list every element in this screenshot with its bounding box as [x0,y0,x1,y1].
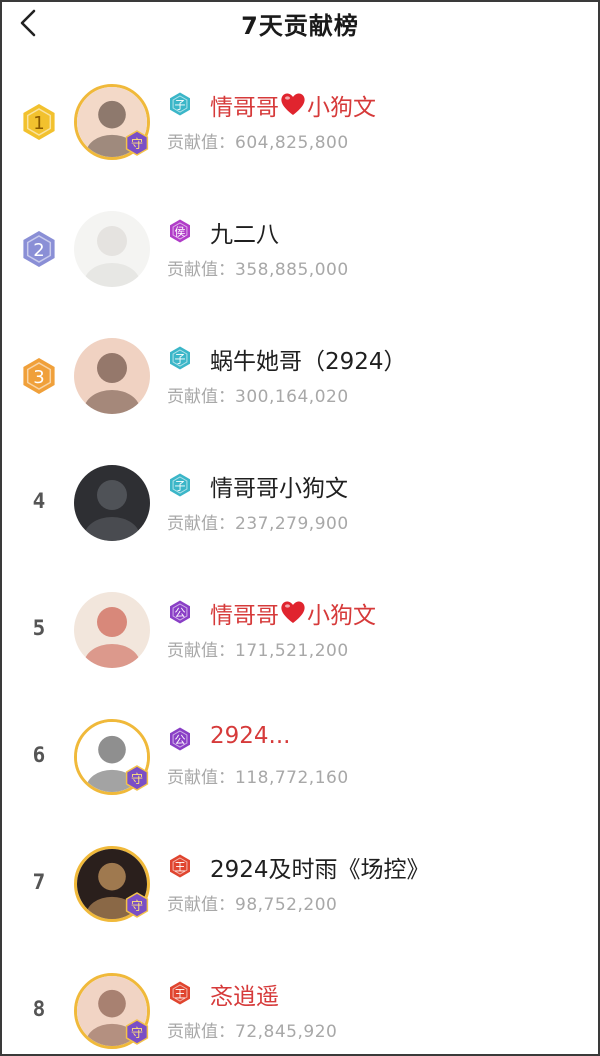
contribution-label: 贡献值： [167,260,235,280]
contribution-number: 237,279,900 [235,514,349,534]
rank-number: 2 [33,240,44,261]
leaderboard-row[interactable]: 5 公 情哥哥 小狗文贡献值：171,521,200 [0,590,600,717]
contribution-label: 贡献值： [167,514,235,534]
level-tag-icon: 子 [168,92,192,116]
contribution-number: 358,885,000 [235,260,349,280]
user-name[interactable]: 情哥哥 小狗文 [210,596,376,631]
svg-text:王: 王 [175,861,186,874]
svg-text:王: 王 [175,988,186,1001]
avatar[interactable] [74,592,150,668]
rank-medal-icon: 1 [20,102,58,142]
level-tag-icon: 公 [168,727,192,751]
avatar[interactable] [74,211,150,287]
guardian-shield-icon: 守 [124,765,150,791]
user-name-suffix: 小狗文 [307,603,376,629]
contribution-value: 贡献值：98,752,200 [167,890,337,915]
contribution-value: 贡献值：171,521,200 [167,636,349,661]
contribution-value: 贡献值：118,772,160 [167,763,349,788]
contribution-value: 贡献值：604,825,800 [167,128,349,153]
user-name-text: 情哥哥 [210,95,279,121]
user-name-text: 情哥哥小狗文 [210,476,348,502]
rank-number: 3 [33,367,44,388]
heart-icon [279,599,307,631]
rank-number: 7 [32,870,46,894]
svg-text:子: 子 [175,99,186,112]
leaderboard-row[interactable]: 7 守 王 2924及时雨《场控》贡献值：98,752,200 [0,844,600,971]
heart-icon [279,91,307,123]
header-bar: 7天贡献榜 [0,0,600,46]
svg-text:子: 子 [175,480,186,493]
user-name[interactable]: 九二八 [210,215,279,249]
guardian-shield-icon: 守 [124,892,150,918]
level-tag-icon: 子 [168,473,192,497]
level-tag-icon: 公 [168,600,192,624]
contribution-number: 171,521,200 [235,641,349,661]
rank-number: 6 [32,743,46,767]
contribution-label: 贡献值： [167,768,235,788]
user-name[interactable]: 情哥哥 小狗文 [210,88,376,123]
svg-text:侯: 侯 [175,225,186,239]
level-tag-icon: 王 [168,854,192,878]
contribution-number: 72,845,920 [235,1022,338,1042]
contribution-label: 贡献值： [167,641,235,661]
contribution-value: 贡献值：300,164,020 [167,382,349,407]
user-name-text: 2924... [210,723,291,749]
rank-number: 1 [33,113,44,134]
level-tag-icon: 子 [168,346,192,370]
leaderboard-row[interactable]: 1 守 子 情哥哥 小狗文贡献值：604,825,800 [0,82,600,209]
user-name-text: 情哥哥 [210,603,279,629]
user-name[interactable]: 情哥哥小狗文 [210,469,348,503]
contribution-number: 118,772,160 [235,768,349,788]
guardian-shield-icon: 守 [124,1019,150,1045]
user-name[interactable]: 蜗牛她哥（2924） [210,342,407,376]
svg-text:公: 公 [175,734,186,747]
rank-medal-icon: 3 [20,356,58,396]
level-tag-icon: 王 [168,981,192,1005]
user-name-text: 九二八 [210,222,279,248]
user-name-text: 2924及时雨《场控》 [210,857,430,883]
leaderboard-row[interactable]: 4 子 情哥哥小狗文贡献值：237,279,900 [0,463,600,590]
rank-number: 8 [32,997,46,1021]
leaderboard-row[interactable]: 3 子 蜗牛她哥（2924） 贡献值：300,164,020 [0,336,600,463]
svg-text:守: 守 [131,137,143,151]
leaderboard-row[interactable]: 8 守 王 忞逍遥贡献值：72,845,920 [0,971,600,1056]
contribution-number: 604,825,800 [235,133,349,153]
contribution-label: 贡献值： [167,387,235,407]
guardian-shield-icon: 守 [124,130,150,156]
rank-medal-icon: 2 [20,229,58,269]
user-name-text: 蜗牛她哥（2924） [210,349,407,375]
contribution-value: 贡献值：358,885,000 [167,255,349,280]
contribution-value: 贡献值：237,279,900 [167,509,349,534]
contribution-label: 贡献值： [167,133,235,153]
level-tag-icon: 侯 [168,219,192,243]
contribution-number: 98,752,200 [235,895,338,915]
user-name-suffix: 小狗文 [307,95,376,121]
user-name-text: 忞逍遥 [210,984,279,1010]
contribution-label: 贡献值： [167,1022,235,1042]
user-name[interactable]: 2924... [210,723,290,749]
contribution-label: 贡献值： [167,895,235,915]
contribution-number: 300,164,020 [235,387,349,407]
user-name[interactable]: 忞逍遥 [210,977,279,1011]
avatar[interactable] [74,465,150,541]
leaderboard-row[interactable]: 2 侯 九二八贡献值：358,885,000 [0,209,600,336]
svg-text:公: 公 [175,607,186,620]
svg-text:守: 守 [131,1026,143,1040]
svg-text:守: 守 [131,899,143,913]
svg-text:守: 守 [131,772,143,786]
leaderboard-row[interactable]: 6 守 公 2924... 贡献值：118,772,160 [0,717,600,844]
avatar[interactable] [74,338,150,414]
svg-text:子: 子 [175,353,186,366]
user-name[interactable]: 2924及时雨《场控》 [210,850,430,884]
rank-number: 5 [32,616,46,640]
contribution-value: 贡献值：72,845,920 [167,1017,337,1042]
rank-number: 4 [32,489,46,513]
page-title: 7天贡献榜 [241,12,359,40]
